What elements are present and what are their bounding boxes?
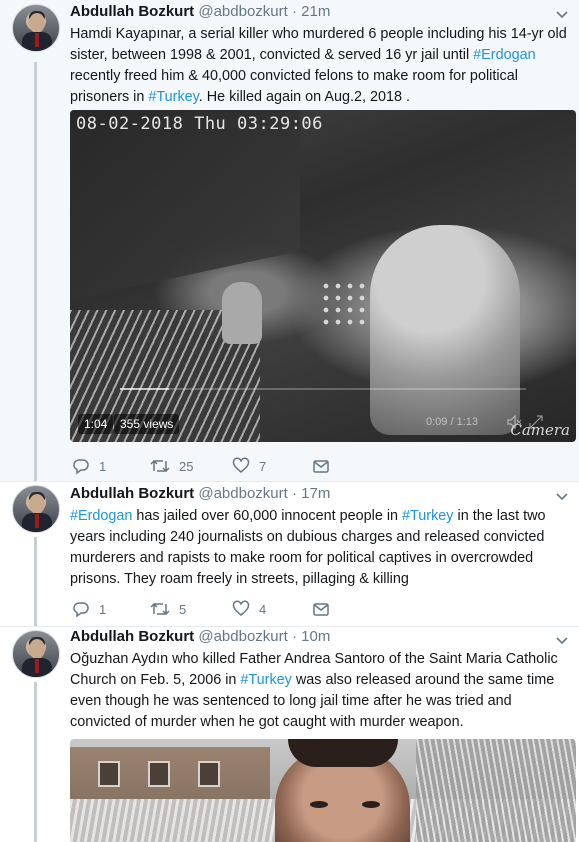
- photo-eye: [310, 801, 328, 808]
- like-button[interactable]: 4: [232, 599, 266, 619]
- reply-button[interactable]: 1: [72, 599, 106, 619]
- reply-count: 1: [99, 458, 107, 474]
- tweet-photo[interactable]: [70, 739, 576, 842]
- hashtag-link[interactable]: #Turkey: [240, 672, 291, 688]
- tweet-text: Hamdi Kayapınar, a serial killer who mur…: [70, 24, 570, 108]
- tweet-video[interactable]: 08-02-2018 Thu 03:29:06 0:09 / 1:13 1:04…: [70, 110, 576, 442]
- reply-count: 1: [99, 601, 107, 617]
- video-timestamp-overlay: 08-02-2018 Thu 03:29:06: [76, 114, 323, 134]
- separator-dot: ·: [291, 628, 297, 645]
- tweet-header: Abdullah Bozkurt @abdbozkurt · 21m: [70, 2, 330, 22]
- direct-message-icon: [313, 603, 329, 616]
- chevron-down-icon[interactable]: [555, 8, 569, 22]
- separator-dot: ·: [291, 485, 297, 502]
- author-handle[interactable]: @abdbozkurt: [198, 485, 287, 502]
- video-duration-badge: 1:04: [78, 414, 114, 434]
- video-time-position: 0:09 / 1:13: [426, 416, 478, 428]
- chevron-down-icon[interactable]: [555, 634, 569, 648]
- hashtag-link[interactable]: #Turkey: [148, 89, 198, 105]
- author-name[interactable]: Abdullah Bozkurt: [70, 628, 194, 645]
- like-icon: [232, 600, 250, 616]
- separator-dot: ·: [291, 3, 297, 20]
- photo-window: [198, 761, 220, 787]
- retweet-icon: [150, 602, 170, 616]
- hashtag-link[interactable]: #Erdogan: [70, 508, 132, 524]
- tweet-timestamp[interactable]: 17m: [301, 485, 330, 502]
- tweet-header: Abdullah Bozkurt @abdbozkurt · 10m: [70, 627, 330, 647]
- like-count: 7: [259, 458, 267, 474]
- thread-line: [34, 682, 37, 842]
- photo-window: [98, 761, 120, 787]
- thread-line: [34, 537, 37, 626]
- retweet-button[interactable]: 25: [150, 456, 193, 476]
- photo-eye: [362, 801, 380, 808]
- author-name[interactable]: Abdullah Bozkurt: [70, 485, 194, 502]
- reply-icon: [73, 602, 89, 618]
- retweet-icon: [150, 459, 170, 473]
- chevron-down-icon[interactable]: [555, 490, 569, 504]
- direct-message-button[interactable]: [312, 599, 330, 619]
- tweet-text-run: has jailed over 60,000 innocent people i…: [132, 508, 403, 524]
- photo-trees: [416, 739, 576, 842]
- like-count: 4: [259, 601, 267, 617]
- author-name[interactable]: Abdullah Bozkurt: [70, 3, 194, 20]
- tweet-text: Oğuzhan Aydın who killed Father Andrea S…: [70, 649, 570, 733]
- video-camera-label: Camera: [510, 421, 570, 439]
- avatar[interactable]: [12, 630, 60, 678]
- tweet-timestamp[interactable]: 10m: [301, 628, 330, 645]
- retweet-count: 25: [179, 458, 194, 474]
- tweet-text: #Erdogan has jailed over 60,000 innocent…: [70, 506, 570, 590]
- tweet-header: Abdullah Bozkurt @abdbozkurt · 17m: [70, 484, 330, 504]
- like-button[interactable]: 7: [232, 456, 266, 476]
- video-progress-bar[interactable]: [120, 388, 526, 390]
- reply-button[interactable]: 1: [72, 456, 106, 476]
- video-views-badge: 355 views: [114, 414, 180, 434]
- retweet-count: 5: [179, 601, 187, 617]
- retweet-button[interactable]: 5: [150, 599, 186, 619]
- avatar[interactable]: [12, 4, 60, 52]
- like-icon: [232, 457, 250, 473]
- video-frame-jars: [320, 280, 375, 330]
- avatar[interactable]: [12, 485, 60, 533]
- tweet-timestamp[interactable]: 21m: [301, 3, 330, 20]
- video-frame-window: [70, 110, 300, 300]
- tweet-text-run: . He killed again on Aug.2, 2018 .: [198, 89, 410, 105]
- thread-line: [34, 62, 37, 481]
- video-frame-person: [370, 225, 520, 435]
- photo-hair: [288, 739, 398, 767]
- direct-message-icon: [313, 460, 329, 473]
- hashtag-link[interactable]: #Erdogan: [473, 47, 535, 63]
- photo-window: [148, 761, 170, 787]
- author-handle[interactable]: @abdbozkurt: [198, 628, 287, 645]
- direct-message-button[interactable]: [312, 456, 330, 476]
- hashtag-link[interactable]: #Turkey: [402, 508, 453, 524]
- reply-icon: [73, 459, 89, 475]
- author-handle[interactable]: @abdbozkurt: [198, 3, 287, 20]
- video-frame-bottle: [222, 282, 262, 344]
